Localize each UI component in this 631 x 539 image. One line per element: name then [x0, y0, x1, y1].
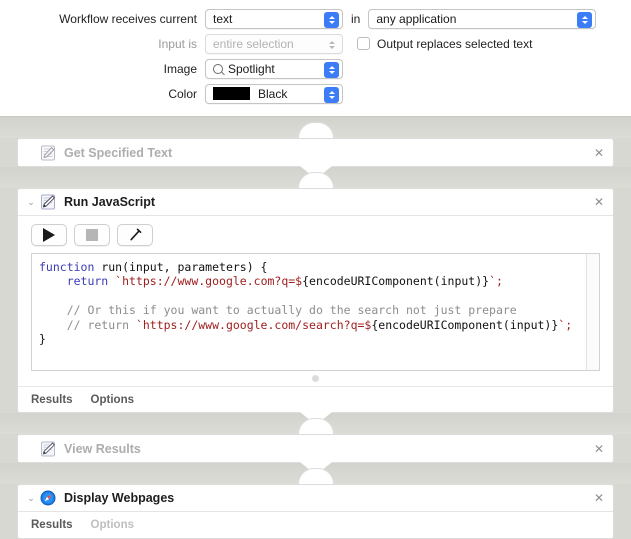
close-icon[interactable]: ✕ — [594, 443, 604, 455]
tab-options[interactable]: Options — [91, 519, 134, 531]
script-toolbar — [18, 216, 613, 253]
workflow-canvas: ⌄ Get Specified Text ✕ ⌄ — [0, 117, 631, 539]
resize-grip[interactable] — [18, 371, 613, 386]
receives-label: Workflow receives current — [59, 11, 197, 26]
hammer-icon — [130, 228, 142, 241]
script-pen-icon — [39, 440, 57, 458]
action-display-webpages[interactable]: ⌄ Display Webpages ✕ Results Options — [17, 484, 614, 539]
run-button[interactable] — [31, 224, 67, 246]
connector-2 — [0, 413, 631, 434]
script-editor[interactable]: function run(input, parameters) { return… — [31, 253, 600, 371]
connector-1 — [0, 167, 631, 188]
action-header[interactable]: ⌄ View Results ✕ — [18, 435, 613, 462]
color-select[interactable]: Black — [205, 83, 343, 104]
action-title: Get Specified Text — [64, 145, 173, 160]
action-header[interactable]: ⌄ Run JavaScript ✕ — [18, 189, 613, 216]
play-icon — [43, 228, 55, 242]
script-pen-icon — [39, 193, 57, 211]
action-view-results[interactable]: ⌄ View Results ✕ — [17, 434, 614, 463]
image-select[interactable]: Spotlight — [205, 58, 343, 79]
search-icon — [213, 63, 223, 74]
output-replaces-label: Output replaces selected text — [377, 36, 533, 51]
chevron-down-icon: ⌄ — [25, 444, 37, 453]
chevron-down-icon: ⌄ — [25, 148, 37, 157]
connector-3 — [0, 463, 631, 484]
action-get-specified-text[interactable]: ⌄ Get Specified Text ✕ — [17, 138, 614, 167]
action-footer: Results Options — [18, 512, 613, 538]
image-value: Spotlight — [228, 61, 275, 76]
script-code[interactable]: function run(input, parameters) { return… — [32, 254, 586, 370]
receives-app-select[interactable]: any application — [368, 8, 597, 29]
receives-app-value: any application — [376, 11, 457, 26]
connector-top — [0, 117, 631, 138]
chevron-updown-icon[interactable] — [324, 11, 339, 28]
chevron-down-icon[interactable]: ⌄ — [25, 493, 37, 503]
settings-row-receives: Workflow receives current text in any ap… — [0, 7, 631, 30]
workflow-settings-panel: Workflow receives current text in any ap… — [0, 0, 631, 117]
stop-icon — [86, 229, 98, 241]
chevron-updown-icon[interactable] — [324, 61, 339, 78]
receives-type-select[interactable]: text — [205, 8, 343, 29]
settings-row-color: Color Black — [0, 82, 631, 105]
stop-button[interactable] — [74, 224, 110, 246]
tab-results[interactable]: Results — [31, 519, 73, 531]
chevron-updown-icon — [324, 37, 339, 53]
output-replaces-checkbox[interactable] — [357, 37, 370, 50]
chevron-down-icon[interactable]: ⌄ — [25, 197, 37, 207]
action-title: View Results — [64, 441, 141, 456]
action-header[interactable]: ⌄ Get Specified Text ✕ — [18, 139, 613, 166]
receives-type-value: text — [213, 11, 233, 26]
action-run-javascript[interactable]: ⌄ Run JavaScript ✕ function run(input, p… — [17, 188, 614, 413]
input-is-select: entire selection — [205, 33, 343, 54]
close-icon[interactable]: ✕ — [594, 492, 604, 504]
chevron-updown-icon[interactable] — [324, 86, 339, 103]
close-icon[interactable]: ✕ — [594, 196, 604, 208]
script-editor-wrap: function run(input, parameters) { return… — [18, 253, 613, 371]
image-label: Image — [163, 61, 197, 76]
chevron-updown-icon[interactable] — [577, 11, 593, 28]
tab-results[interactable]: Results — [31, 394, 73, 406]
color-label: Color — [168, 86, 197, 101]
input-is-value: entire selection — [213, 36, 294, 51]
action-footer: Results Options — [18, 386, 613, 412]
settings-row-input-is: Input is entire selection Output replace… — [0, 32, 631, 55]
compass-icon — [39, 489, 57, 507]
action-title: Display Webpages — [64, 491, 175, 505]
color-swatch — [213, 87, 250, 100]
color-value: Black — [258, 86, 288, 101]
action-title: Run JavaScript — [64, 195, 156, 209]
input-is-label: Input is — [158, 36, 197, 51]
notepad-pencil-icon — [39, 144, 57, 162]
build-button[interactable] — [117, 224, 153, 246]
close-icon[interactable]: ✕ — [594, 147, 604, 159]
output-replaces-checkbox-row[interactable]: Output replaces selected text — [357, 37, 532, 51]
in-label: in — [351, 11, 361, 26]
tab-options[interactable]: Options — [91, 394, 134, 406]
editor-scrollbar[interactable] — [586, 254, 599, 370]
action-header[interactable]: ⌄ Display Webpages ✕ — [18, 485, 613, 512]
settings-row-image: Image Spotlight — [0, 57, 631, 80]
